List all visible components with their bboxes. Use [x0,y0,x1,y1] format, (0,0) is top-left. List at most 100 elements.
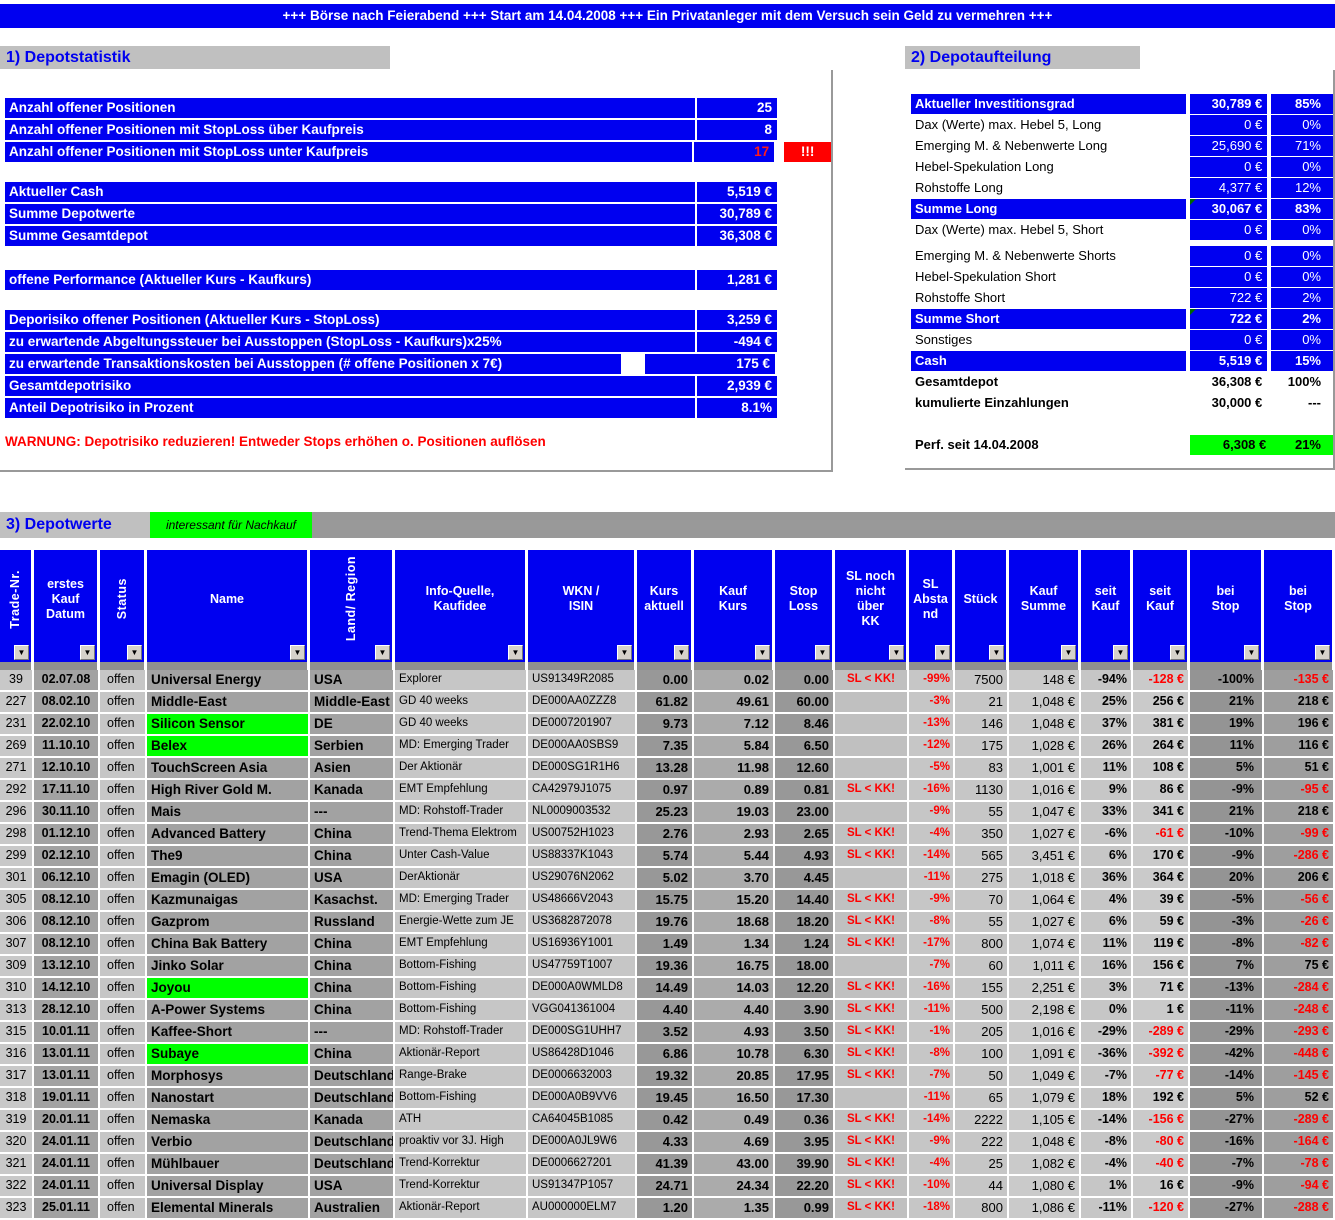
cell-summe[interactable]: 1,048 € [1009,714,1081,736]
cell-bsp[interactable]: -16% [1190,1132,1264,1154]
cell-ske[interactable]: 264 € [1133,736,1190,758]
cell-wkn[interactable]: VGG041361004 [528,1000,637,1022]
cell-status[interactable]: offen [100,978,147,1000]
cell-land[interactable]: --- [310,1022,395,1044]
cell-info[interactable]: Bottom-Fishing [395,1088,528,1110]
cell-bse[interactable]: -448 € [1264,1044,1335,1066]
cell-summe[interactable]: 1,047 € [1009,802,1081,824]
cell-sl[interactable] [835,758,909,780]
cell-stueck[interactable]: 60 [955,956,1009,978]
filter-button-land[interactable]: ▼ [375,645,390,660]
cell-bsp[interactable]: -9% [1190,846,1264,868]
allocation-percent-cell[interactable]: 83% [1271,199,1333,219]
allocation-percent-cell[interactable]: 12% [1271,178,1333,198]
header-bsp[interactable]: bei Stop▼ [1190,550,1264,662]
cell-name[interactable]: Elemental Minerals [147,1198,310,1220]
cell-stop[interactable]: 17.30 [775,1088,835,1110]
filter-button-summe[interactable]: ▼ [1061,645,1076,660]
cell-name[interactable]: Silicon Sensor [147,714,310,736]
cell-wkn[interactable]: NL0009003532 [528,802,637,824]
stat-label-cell[interactable]: Aktueller Cash [5,182,695,202]
cell-wkn[interactable]: US47759T1007 [528,956,637,978]
cell-bsp[interactable]: 5% [1190,1088,1264,1110]
cell-wkn[interactable]: DE0007201907 [528,714,637,736]
cell-wkn[interactable]: US86428D1046 [528,1044,637,1066]
cell-kurs[interactable]: 2.76 [637,824,694,846]
cell-stop[interactable]: 3.95 [775,1132,835,1154]
cell-kurs[interactable]: 15.75 [637,890,694,912]
cell-trade[interactable]: 227 [0,692,34,714]
cell-summe[interactable]: 1,018 € [1009,868,1081,890]
cell-ske[interactable]: -392 € [1133,1044,1190,1066]
cell-name[interactable]: Morphosys [147,1066,310,1088]
cell-stop[interactable]: 39.90 [775,1154,835,1176]
cell-land[interactable]: China [310,1000,395,1022]
cell-bse[interactable]: -164 € [1264,1132,1335,1154]
cell-sl[interactable]: SL < KK! [835,780,909,802]
cell-ske[interactable]: -128 € [1133,670,1190,692]
cell-stueck[interactable]: 21 [955,692,1009,714]
cell-slabs[interactable]: -16% [909,780,955,802]
cell-date[interactable]: 28.12.10 [34,1000,100,1022]
allocation-percent-cell[interactable]: --- [1271,393,1333,413]
cell-ske[interactable]: 381 € [1133,714,1190,736]
cell-name[interactable]: The9 [147,846,310,868]
header-skp[interactable]: seit Kauf▼ [1081,550,1133,662]
cell-wkn[interactable]: CA64045B1085 [528,1110,637,1132]
cell-land[interactable]: Serbien [310,736,395,758]
cell-summe[interactable]: 1,086 € [1009,1198,1081,1220]
allocation-percent-cell[interactable]: 71% [1271,136,1333,156]
allocation-amount-cell[interactable]: 722 € [1190,288,1268,308]
cell-info[interactable]: Bottom-Fishing [395,1000,528,1022]
allocation-label-cell[interactable]: Sonstiges [911,330,1186,350]
cell-date[interactable]: 19.01.11 [34,1088,100,1110]
cell-kurs[interactable]: 19.76 [637,912,694,934]
cell-name[interactable]: High River Gold M. [147,780,310,802]
cell-date[interactable]: 30.11.10 [34,802,100,824]
cell-date[interactable]: 24.01.11 [34,1132,100,1154]
stat-value-cell[interactable]: 2,939 € [697,376,777,396]
cell-date[interactable]: 11.10.10 [34,736,100,758]
cell-date[interactable]: 24.01.11 [34,1154,100,1176]
cell-stueck[interactable]: 70 [955,890,1009,912]
cell-info[interactable]: GD 40 weeks [395,692,528,714]
cell-sl[interactable] [835,868,909,890]
stat-value-cell[interactable]: 1,281 € [697,270,777,290]
cell-trade[interactable]: 322 [0,1176,34,1198]
allocation-amount-cell[interactable]: 4,377 € [1190,178,1268,198]
cell-sl[interactable]: SL < KK! [835,1154,909,1176]
cell-date[interactable]: 08.02.10 [34,692,100,714]
cell-name[interactable]: Subaye [147,1044,310,1066]
cell-skp[interactable]: -94% [1081,670,1133,692]
cell-slabs[interactable]: -11% [909,1088,955,1110]
cell-bse[interactable]: 218 € [1264,802,1335,824]
cell-bse[interactable]: -286 € [1264,846,1335,868]
allocation-percent-cell[interactable]: 0% [1271,220,1333,240]
allocation-label-cell[interactable]: Summe Short [911,309,1186,329]
cell-kurs[interactable]: 5.02 [637,868,694,890]
cell-trade[interactable]: 39 [0,670,34,692]
cell-bse[interactable]: -293 € [1264,1022,1335,1044]
cell-info[interactable]: Bottom-Fishing [395,956,528,978]
stat-value-cell[interactable]: 5,519 € [697,182,777,202]
cell-kauf[interactable]: 15.20 [694,890,775,912]
cell-slabs[interactable]: -9% [909,890,955,912]
cell-status[interactable]: offen [100,1000,147,1022]
cell-status[interactable]: offen [100,692,147,714]
allocation-percent-cell[interactable]: 100% [1271,372,1333,392]
allocation-percent-cell[interactable]: 0% [1271,157,1333,177]
cell-kurs[interactable]: 1.49 [637,934,694,956]
stat-value-cell[interactable]: 8.1% [697,398,777,418]
cell-bse[interactable]: -284 € [1264,978,1335,1000]
cell-stueck[interactable]: 800 [955,1198,1009,1220]
cell-name[interactable]: Verbio [147,1132,310,1154]
cell-info[interactable]: Energie-Wette zum JE [395,912,528,934]
cell-bsp[interactable]: 21% [1190,692,1264,714]
cell-wkn[interactable]: US91347P1057 [528,1176,637,1198]
header-bse[interactable]: bei Stop▼ [1264,550,1335,662]
cell-stop[interactable]: 4.93 [775,846,835,868]
cell-summe[interactable]: 3,451 € [1009,846,1081,868]
cell-kurs[interactable]: 13.28 [637,758,694,780]
stat-label-cell[interactable]: zu erwartende Abgeltungssteuer bei Ausst… [5,332,695,352]
cell-trade[interactable]: 305 [0,890,34,912]
